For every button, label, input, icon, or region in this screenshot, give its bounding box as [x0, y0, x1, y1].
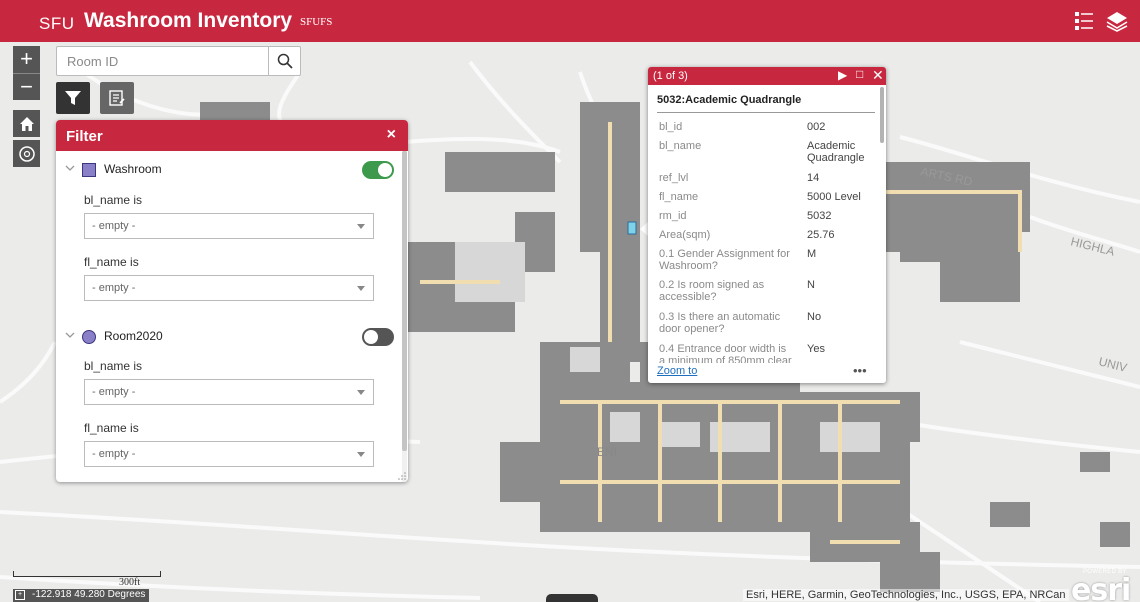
filter-close-button[interactable]: ×	[387, 126, 396, 144]
sfu-logo-text: SFU	[39, 14, 75, 33]
select-value: - empty -	[92, 386, 136, 398]
close-icon[interactable]: ✕	[872, 67, 884, 84]
resize-grip-icon[interactable]	[398, 472, 406, 480]
field-value: 5000 Level	[807, 191, 861, 203]
condition-label: fl_name is	[84, 255, 139, 269]
crosshair-icon[interactable]: +	[15, 590, 25, 600]
home-icon	[19, 116, 34, 131]
zoom-to-link[interactable]: Zoom to	[657, 365, 697, 377]
room2020-symbol	[82, 330, 96, 344]
field-value: 25.76	[807, 229, 835, 241]
condition-label: bl_name is	[84, 359, 143, 373]
locate-icon	[18, 145, 35, 162]
esri-wordmark: esri	[1071, 573, 1131, 602]
filter-icon	[65, 91, 81, 105]
condition-label: bl_name is	[84, 193, 143, 207]
home-button[interactable]	[13, 110, 40, 137]
field-value: 14	[807, 172, 820, 184]
dropdown-arrow-icon	[357, 224, 365, 229]
popup-divider	[657, 112, 875, 113]
zoom-out-button[interactable]: −	[13, 73, 40, 100]
field-name: Area(sqm)	[659, 229, 711, 241]
fl-name-select[interactable]: - empty -	[84, 275, 374, 301]
sfu-logo: SFU	[0, 0, 80, 42]
select-value: - empty -	[92, 448, 136, 460]
field-name: ref_lvl	[659, 172, 689, 184]
bl-name-select[interactable]: - empty -	[84, 379, 374, 405]
legend-list-icon[interactable]	[1073, 10, 1097, 32]
field-value: Yes	[807, 343, 825, 355]
feature-popup: (1 of 3) ▶ □ ✕ 5032:Academic Quadrangle …	[648, 67, 886, 383]
scale-label: 300ft	[119, 577, 141, 588]
popup-fields: bl_id 002 bl_name Academic Quadrangle re…	[648, 119, 880, 363]
popup-pointer	[640, 222, 648, 236]
dropdown-arrow-icon	[357, 452, 365, 457]
app-header: SFU Washroom Inventory SFUFS	[0, 0, 1140, 42]
chevron-down-icon[interactable]	[65, 330, 75, 340]
filter-scrollbar[interactable]	[402, 151, 407, 482]
field-name: bl_name	[659, 140, 702, 152]
dropdown-arrow-icon	[357, 390, 365, 395]
washroom-symbol	[82, 163, 96, 177]
popup-count: (1 of 3)	[653, 70, 688, 82]
locate-button[interactable]	[13, 140, 40, 167]
field-name: fl_name	[659, 191, 699, 203]
next-feature-icon[interactable]: ▶	[838, 68, 847, 82]
list-widget-button[interactable]	[100, 82, 134, 114]
app-subtitle: SFUFS	[300, 16, 333, 28]
maximize-icon[interactable]: □	[856, 67, 863, 81]
field-name: 0.2 Is room signed as accessible?	[659, 279, 765, 303]
chevron-down-icon[interactable]	[65, 163, 75, 173]
washroom-toggle[interactable]	[362, 161, 394, 179]
filter-panel: Filter × Washroom bl_name is - empty - f…	[56, 120, 408, 482]
fl-name-select[interactable]: - empty -	[84, 441, 374, 467]
select-value: - empty -	[92, 220, 136, 232]
search-input[interactable]	[57, 47, 269, 75]
popup-header: (1 of 3) ▶ □ ✕	[648, 67, 886, 85]
more-actions-button[interactable]: •••	[853, 363, 867, 378]
layer-name: Washroom	[104, 162, 162, 176]
filter-widget-button[interactable]	[56, 82, 90, 114]
room-search	[56, 46, 301, 76]
layer-name: Room2020	[104, 329, 163, 343]
edit-list-icon	[109, 90, 125, 106]
search-button[interactable]	[268, 47, 300, 75]
field-name: 0.3 Is there an automatic door opener?	[659, 311, 781, 335]
field-value: No	[807, 311, 822, 323]
field-value: N	[807, 279, 815, 291]
popup-scrollbar[interactable]	[880, 87, 884, 363]
layers-icon[interactable]	[1106, 10, 1130, 32]
field-name: 0.4 Entrance door width is a minimum of …	[659, 343, 792, 363]
field-value: M	[807, 248, 817, 260]
app-title: Washroom Inventory	[84, 9, 293, 32]
coordinate-display[interactable]: + -122.918 49.280 Degrees	[13, 589, 149, 602]
room2020-toggle[interactable]	[362, 328, 394, 346]
field-name: 0.1 Gender Assignment for Washroom?	[659, 248, 790, 272]
condition-label: fl_name is	[84, 421, 139, 435]
popup-title: 5032:Academic Quadrangle	[657, 94, 802, 106]
filter-body: Washroom bl_name is - empty - fl_name is…	[56, 151, 402, 482]
area-label: ENI	[597, 445, 617, 459]
field-value: 5032	[807, 210, 832, 222]
coordinate-text: -122.918 49.280 Degrees	[32, 589, 146, 600]
esri-logo: POWERED BY esri	[1071, 569, 1133, 602]
select-value: - empty -	[92, 282, 136, 294]
popup-footer: Zoom to •••	[648, 363, 886, 383]
filter-layer-room2020[interactable]: Room2020	[56, 327, 402, 349]
selected-room[interactable]	[627, 221, 637, 235]
map-attribution: Esri, HERE, Garmin, GeoTechnologies, Inc…	[743, 589, 1069, 601]
search-icon	[277, 53, 293, 69]
field-name: bl_id	[659, 121, 683, 133]
bottom-panel-handle[interactable]	[546, 594, 598, 602]
zoom-in-button[interactable]: +	[13, 46, 40, 73]
zoom-control: + −	[13, 46, 40, 100]
dropdown-arrow-icon	[357, 286, 365, 291]
bl-name-select[interactable]: - empty -	[84, 213, 374, 239]
filter-layer-washroom[interactable]: Washroom	[56, 160, 402, 182]
field-name: rm_id	[659, 210, 687, 222]
filter-header: Filter ×	[56, 120, 408, 151]
filter-title: Filter	[66, 128, 103, 145]
field-value: Academic Quadrangle	[807, 140, 865, 164]
field-value: 002	[807, 121, 826, 133]
